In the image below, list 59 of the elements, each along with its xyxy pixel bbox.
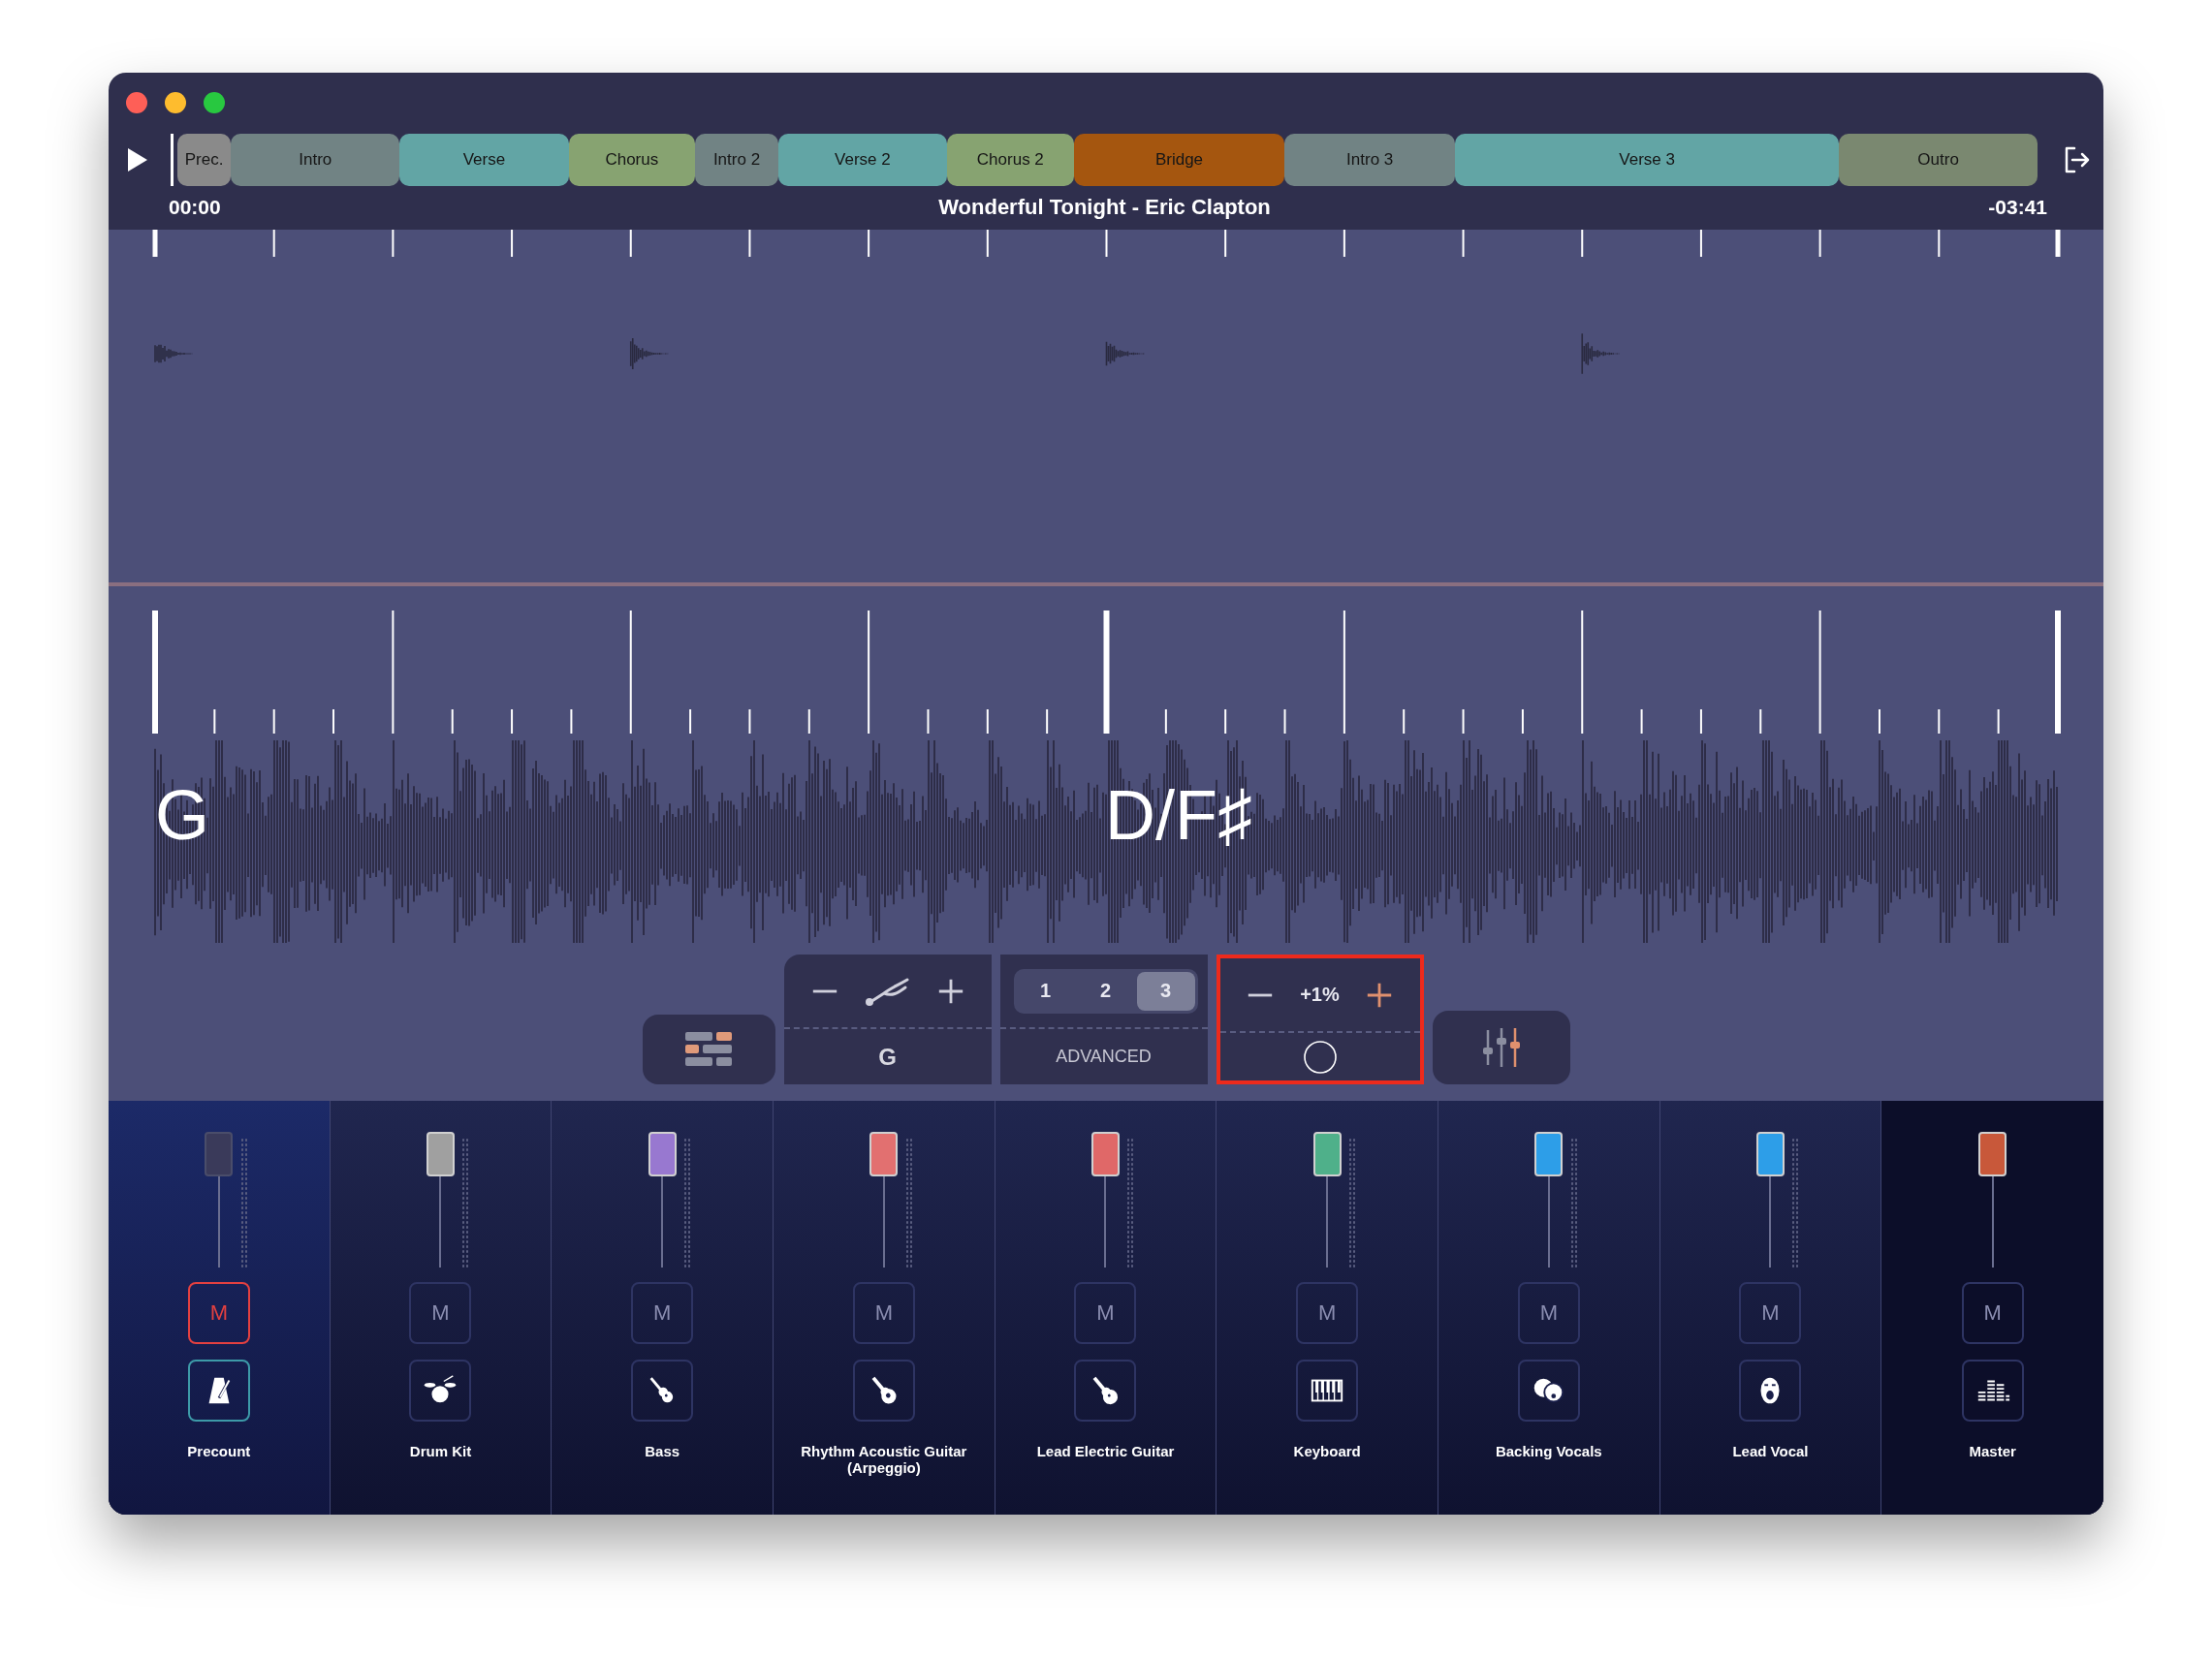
instrument-button[interactable] <box>1739 1360 1802 1422</box>
section-tab[interactable]: Chorus 2 <box>947 134 1074 186</box>
instrument-button[interactable] <box>1296 1360 1359 1422</box>
close-window-button[interactable] <box>126 92 147 113</box>
channel-name: Master <box>1969 1443 2016 1460</box>
mute-button[interactable]: M <box>187 1282 250 1344</box>
channel-name: Lead Vocal <box>1732 1443 1809 1460</box>
instrument-button[interactable] <box>1517 1360 1580 1422</box>
section-tab[interactable]: Verse 2 <box>777 134 947 186</box>
section-tab[interactable]: Intro <box>231 134 400 186</box>
instrument-button[interactable] <box>409 1360 472 1422</box>
channel-name: Bass <box>645 1443 680 1460</box>
section-tab[interactable]: Verse <box>399 134 569 186</box>
channel-name: Lead Electric Guitar <box>1036 1443 1175 1460</box>
mode-option[interactable]: 1 <box>1016 971 1075 1011</box>
minimize-window-button[interactable] <box>165 92 186 113</box>
elapsed-time: 00:00 <box>169 196 221 219</box>
instrument-button[interactable] <box>1074 1360 1137 1422</box>
chord-label: D/F♯ <box>1105 780 1252 850</box>
section-tab[interactable]: Intro 3 <box>1284 134 1455 186</box>
mute-button[interactable]: M <box>1296 1282 1359 1344</box>
mute-button[interactable]: M <box>1961 1282 2024 1344</box>
mute-button[interactable]: M <box>409 1282 472 1344</box>
song-title: Wonderful Tonight - Eric Clapton <box>938 195 1271 220</box>
instrument-button[interactable] <box>187 1360 250 1422</box>
mute-button[interactable]: M <box>1517 1282 1580 1344</box>
mute-button[interactable]: M <box>852 1282 915 1344</box>
channel-name: Rhythm Acoustic Guitar (Arpeggio) <box>800 1443 968 1477</box>
sliders-icon <box>1481 1026 1521 1069</box>
section-tab[interactable]: Bridge <box>1073 134 1285 186</box>
play-icon[interactable] <box>126 146 149 173</box>
instrument-button[interactable] <box>631 1360 694 1422</box>
mode-option[interactable]: 2 <box>1076 971 1135 1011</box>
section-tab[interactable]: Chorus <box>568 134 696 186</box>
channel-name: Drum Kit <box>409 1443 472 1460</box>
mute-button[interactable]: M <box>1074 1282 1137 1344</box>
zoom-window-button[interactable] <box>204 92 225 113</box>
remaining-time: -03:41 <box>1988 196 2047 219</box>
channel-name: Precount <box>187 1443 251 1460</box>
section-tab[interactable]: Intro 2 <box>695 134 778 186</box>
sections-button[interactable] <box>642 1015 775 1084</box>
section-tab[interactable]: Prec. <box>177 134 232 186</box>
instrument-button[interactable] <box>1961 1360 2024 1422</box>
mode-option[interactable]: 3 <box>1136 971 1195 1011</box>
mode-label: ADVANCED <box>1056 1047 1152 1067</box>
section-tab[interactable]: Verse 3 <box>1455 134 1840 186</box>
blocks-icon <box>685 1032 732 1067</box>
chord-label: G <box>155 780 209 850</box>
fader-handle[interactable] <box>205 1132 234 1176</box>
key-label: G <box>878 1043 897 1071</box>
mixer-button[interactable] <box>1432 1011 1570 1084</box>
section-tab[interactable]: Outro <box>1839 134 2038 186</box>
channel-name: Backing Vocals <box>1495 1443 1602 1460</box>
tempo-value: +1% <box>1300 984 1340 1006</box>
mute-button[interactable]: M <box>1739 1282 1802 1344</box>
mute-button[interactable]: M <box>631 1282 694 1344</box>
channel-name: Keyboard <box>1293 1443 1361 1460</box>
circle-icon[interactable] <box>1302 1039 1338 1075</box>
instrument-button[interactable] <box>852 1360 915 1422</box>
